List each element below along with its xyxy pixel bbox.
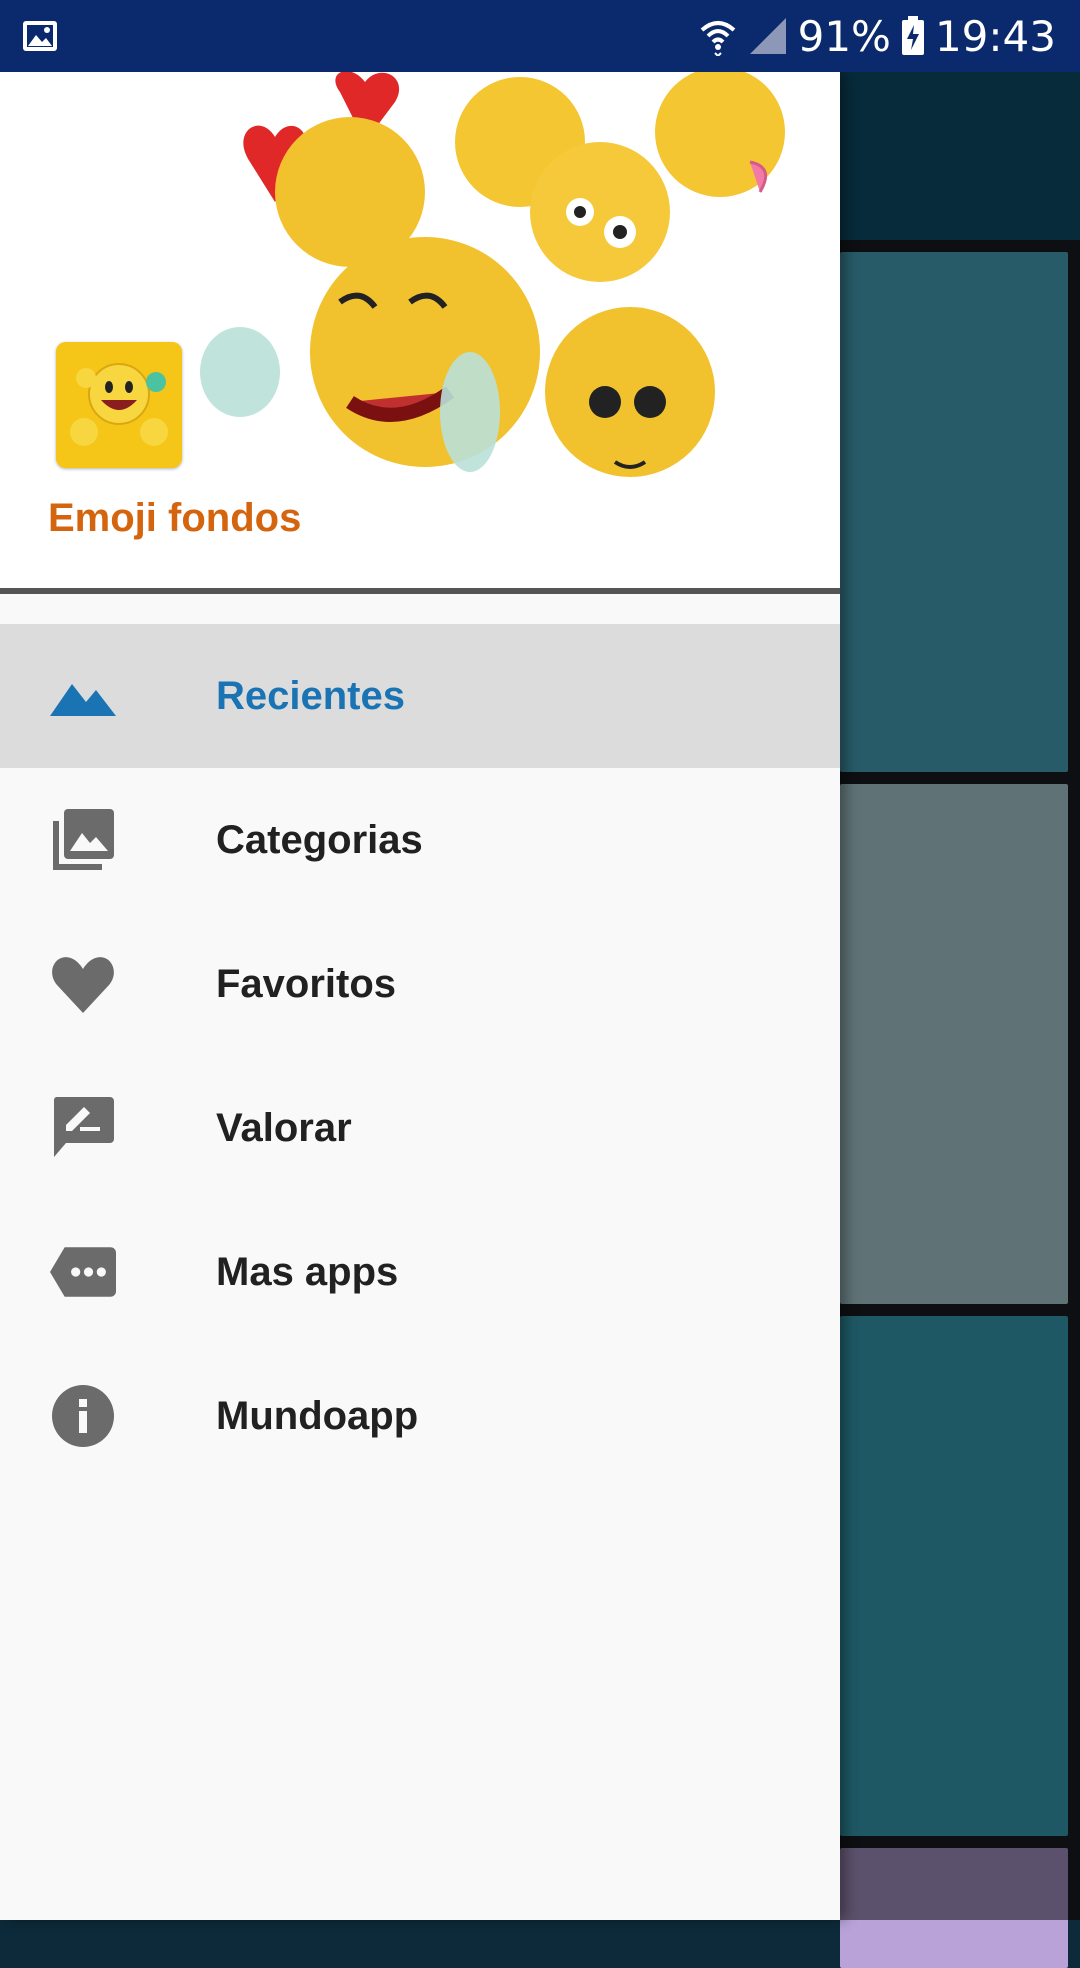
menu-item-categorias[interactable]: Categorias [0, 768, 840, 912]
info-icon [50, 1383, 116, 1449]
drawer-scrim[interactable] [840, 72, 1080, 1920]
menu-item-label: Recientes [216, 673, 405, 718]
battery-charging-icon [901, 16, 924, 55]
rate-review-icon [50, 1095, 116, 1161]
menu-item-label: Categorias [216, 817, 423, 862]
app-name: Emoji fondos [48, 496, 302, 540]
photo-library-icon [50, 807, 116, 873]
heart-icon [50, 951, 116, 1017]
battery-level: 91% [797, 11, 891, 61]
mountains-icon [50, 663, 116, 729]
signal-icon [749, 18, 786, 54]
navigation-drawer: Emoji fondos Recientes Categorias Favori… [0, 72, 840, 1920]
menu-item-valorar[interactable]: Valorar [0, 1056, 840, 1200]
menu-item-mundoapp[interactable]: Mundoapp [0, 1344, 840, 1488]
menu-item-label: Mas apps [216, 1249, 399, 1294]
drawer-menu: Recientes Categorias Favoritos Valorar M… [0, 624, 840, 1488]
emoji-faces-image [200, 72, 785, 477]
menu-item-favoritos[interactable]: Favoritos [0, 912, 840, 1056]
clock-time: 19:43 [934, 11, 1056, 61]
app-logo [56, 342, 182, 468]
background-wallpaper-grid [840, 72, 1080, 1968]
menu-item-recientes[interactable]: Recientes [0, 624, 840, 768]
menu-item-label: Mundoapp [216, 1393, 419, 1438]
image-icon [23, 21, 57, 51]
menu-item-label: Valorar [216, 1105, 352, 1150]
menu-item-label: Favoritos [216, 961, 397, 1006]
wifi-icon [700, 21, 735, 56]
drawer-header: Emoji fondos [0, 72, 840, 594]
status-bar: 91% 19:43 [0, 0, 1080, 72]
more-tag-icon [50, 1239, 116, 1305]
menu-item-mas-apps[interactable]: Mas apps [0, 1200, 840, 1344]
